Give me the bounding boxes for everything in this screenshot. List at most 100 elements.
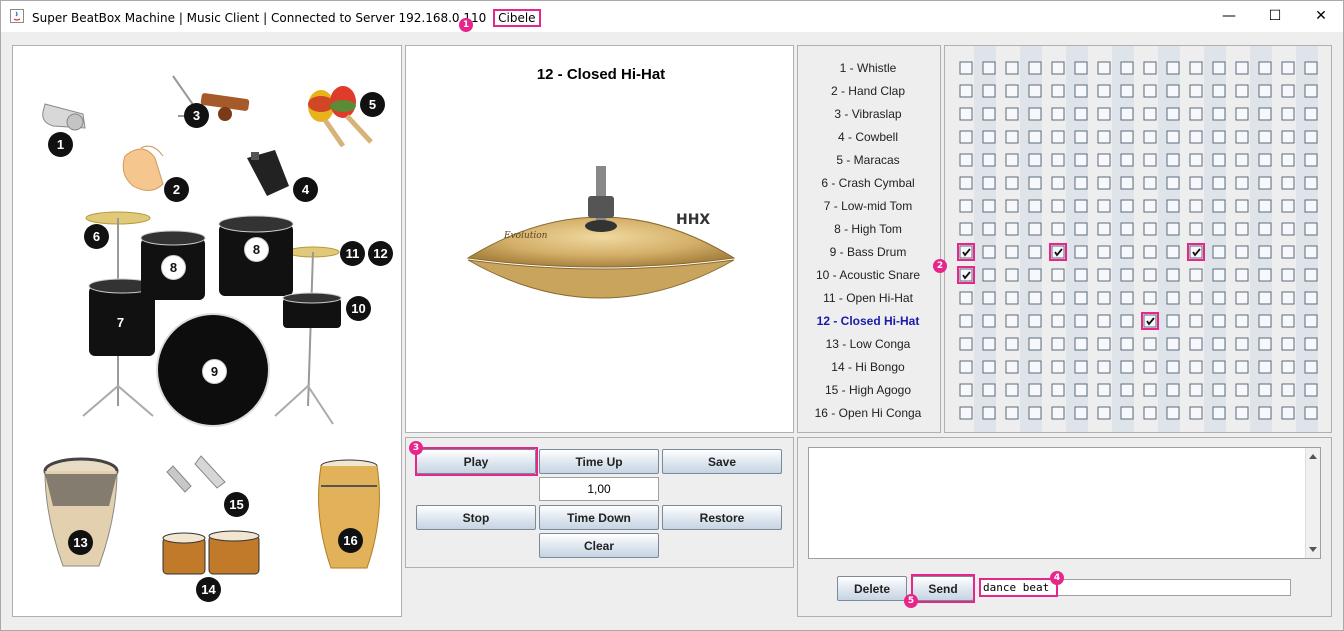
beat-checkbox[interactable]: [1304, 337, 1318, 351]
beat-checkbox[interactable]: [1235, 337, 1249, 351]
beat-checkbox[interactable]: [1005, 84, 1019, 98]
beat-checkbox[interactable]: [1051, 130, 1065, 144]
beat-checkbox[interactable]: [1258, 84, 1272, 98]
beat-checkbox[interactable]: [1141, 312, 1159, 330]
close-button[interactable]: ✕: [1298, 1, 1344, 31]
beat-checkbox[interactable]: [1189, 222, 1203, 236]
beat-checkbox[interactable]: [1258, 337, 1272, 351]
beat-checkbox[interactable]: [1235, 268, 1249, 282]
scroll-down-icon[interactable]: [1309, 547, 1317, 552]
beat-checkbox[interactable]: [1304, 61, 1318, 75]
beat-checkbox[interactable]: [957, 266, 975, 284]
beat-checkbox[interactable]: [1189, 383, 1203, 397]
beat-checkbox[interactable]: [1097, 360, 1111, 374]
beat-checkbox[interactable]: [1304, 245, 1318, 259]
instrument-name[interactable]: 1 - Whistle: [798, 61, 938, 75]
beat-checkbox[interactable]: [1120, 222, 1134, 236]
beat-checkbox[interactable]: [1258, 176, 1272, 190]
instrument-name[interactable]: 11 - Open Hi-Hat: [798, 291, 938, 305]
beat-checkbox[interactable]: [1281, 222, 1295, 236]
beat-checkbox[interactable]: [1028, 314, 1042, 328]
beat-checkbox[interactable]: [982, 245, 996, 259]
beat-checkbox[interactable]: [1212, 337, 1226, 351]
beat-checkbox[interactable]: [1051, 153, 1065, 167]
beat-checkbox[interactable]: [1097, 61, 1111, 75]
beat-checkbox[interactable]: [1143, 291, 1157, 305]
stop-button[interactable]: Stop: [416, 505, 536, 530]
beat-checkbox[interactable]: [1005, 61, 1019, 75]
beat-checkbox[interactable]: [1120, 360, 1134, 374]
beat-checkbox[interactable]: [1166, 383, 1180, 397]
beat-checkbox[interactable]: [1051, 383, 1065, 397]
beat-checkbox[interactable]: [1005, 383, 1019, 397]
beat-checkbox[interactable]: [1028, 245, 1042, 259]
beat-checkbox[interactable]: [1143, 337, 1157, 351]
beat-checkbox[interactable]: [1097, 291, 1111, 305]
beat-checkbox[interactable]: [1074, 130, 1088, 144]
beat-checkbox[interactable]: [1028, 176, 1042, 190]
beat-checkbox[interactable]: [1028, 153, 1042, 167]
beat-checkbox[interactable]: [1212, 245, 1226, 259]
beat-checkbox[interactable]: [1166, 337, 1180, 351]
beat-checkbox[interactable]: [1051, 291, 1065, 305]
beat-checkbox[interactable]: [982, 383, 996, 397]
beat-checkbox[interactable]: [959, 383, 973, 397]
beat-checkbox[interactable]: [959, 337, 973, 351]
beat-checkbox[interactable]: [1258, 130, 1272, 144]
beat-checkbox[interactable]: [1258, 199, 1272, 213]
beat-checkbox[interactable]: [1005, 199, 1019, 213]
beat-checkbox[interactable]: [1120, 176, 1134, 190]
beat-checkbox[interactable]: [1235, 84, 1249, 98]
beat-checkbox[interactable]: [1097, 406, 1111, 420]
instrument-name[interactable]: 13 - Low Conga: [798, 337, 938, 351]
instrument-name[interactable]: 10 - Acoustic Snare: [798, 268, 938, 282]
beat-checkbox[interactable]: [1074, 360, 1088, 374]
beat-checkbox[interactable]: [1074, 107, 1088, 121]
beat-checkbox[interactable]: [1120, 268, 1134, 282]
beat-checkbox[interactable]: [1258, 383, 1272, 397]
beat-checkbox[interactable]: [1212, 107, 1226, 121]
beat-checkbox[interactable]: [1051, 176, 1065, 190]
clear-button[interactable]: Clear: [539, 533, 659, 558]
beat-checkbox[interactable]: [1074, 383, 1088, 397]
beat-checkbox[interactable]: [1189, 268, 1203, 282]
beat-checkbox[interactable]: [982, 268, 996, 282]
beat-checkbox[interactable]: [1120, 84, 1134, 98]
beat-checkbox[interactable]: [1189, 199, 1203, 213]
instrument-name[interactable]: 9 - Bass Drum: [798, 245, 938, 259]
beat-checkbox[interactable]: [959, 84, 973, 98]
instrument-name[interactable]: 5 - Maracas: [798, 153, 938, 167]
instrument-name[interactable]: 8 - High Tom: [798, 222, 938, 236]
beat-checkbox[interactable]: [1281, 314, 1295, 328]
beat-checkbox[interactable]: [1097, 153, 1111, 167]
beat-checkbox[interactable]: [982, 291, 996, 305]
beat-checkbox[interactable]: [1005, 337, 1019, 351]
beat-grid-checkboxes[interactable]: [945, 46, 1331, 432]
restore-button[interactable]: Restore: [662, 505, 782, 530]
instrument-name[interactable]: 16 - Open Hi Conga: [798, 406, 938, 420]
beat-checkbox[interactable]: [1028, 268, 1042, 282]
minimize-button[interactable]: —: [1206, 1, 1252, 31]
beat-checkbox[interactable]: [1212, 314, 1226, 328]
beat-checkbox[interactable]: [1051, 268, 1065, 282]
beat-checkbox[interactable]: [1005, 291, 1019, 305]
beat-checkbox[interactable]: [1212, 61, 1226, 75]
beat-checkbox[interactable]: [982, 199, 996, 213]
beat-checkbox[interactable]: [1166, 291, 1180, 305]
beat-checkbox[interactable]: [1304, 199, 1318, 213]
beat-checkbox[interactable]: [1028, 337, 1042, 351]
beat-checkbox[interactable]: [1051, 107, 1065, 121]
beat-checkbox[interactable]: [1143, 245, 1157, 259]
beat-checkbox[interactable]: [1097, 268, 1111, 282]
beat-checkbox[interactable]: [1005, 153, 1019, 167]
beat-checkbox[interactable]: [1212, 222, 1226, 236]
beat-checkbox[interactable]: [1235, 406, 1249, 420]
beat-checkbox[interactable]: [1097, 383, 1111, 397]
beat-checkbox[interactable]: [1120, 314, 1134, 328]
beat-checkbox[interactable]: [1005, 176, 1019, 190]
beat-checkbox[interactable]: [1235, 245, 1249, 259]
beat-checkbox[interactable]: [1235, 199, 1249, 213]
beat-checkbox[interactable]: [1235, 153, 1249, 167]
beat-checkbox[interactable]: [1281, 130, 1295, 144]
beat-checkbox[interactable]: [1028, 291, 1042, 305]
